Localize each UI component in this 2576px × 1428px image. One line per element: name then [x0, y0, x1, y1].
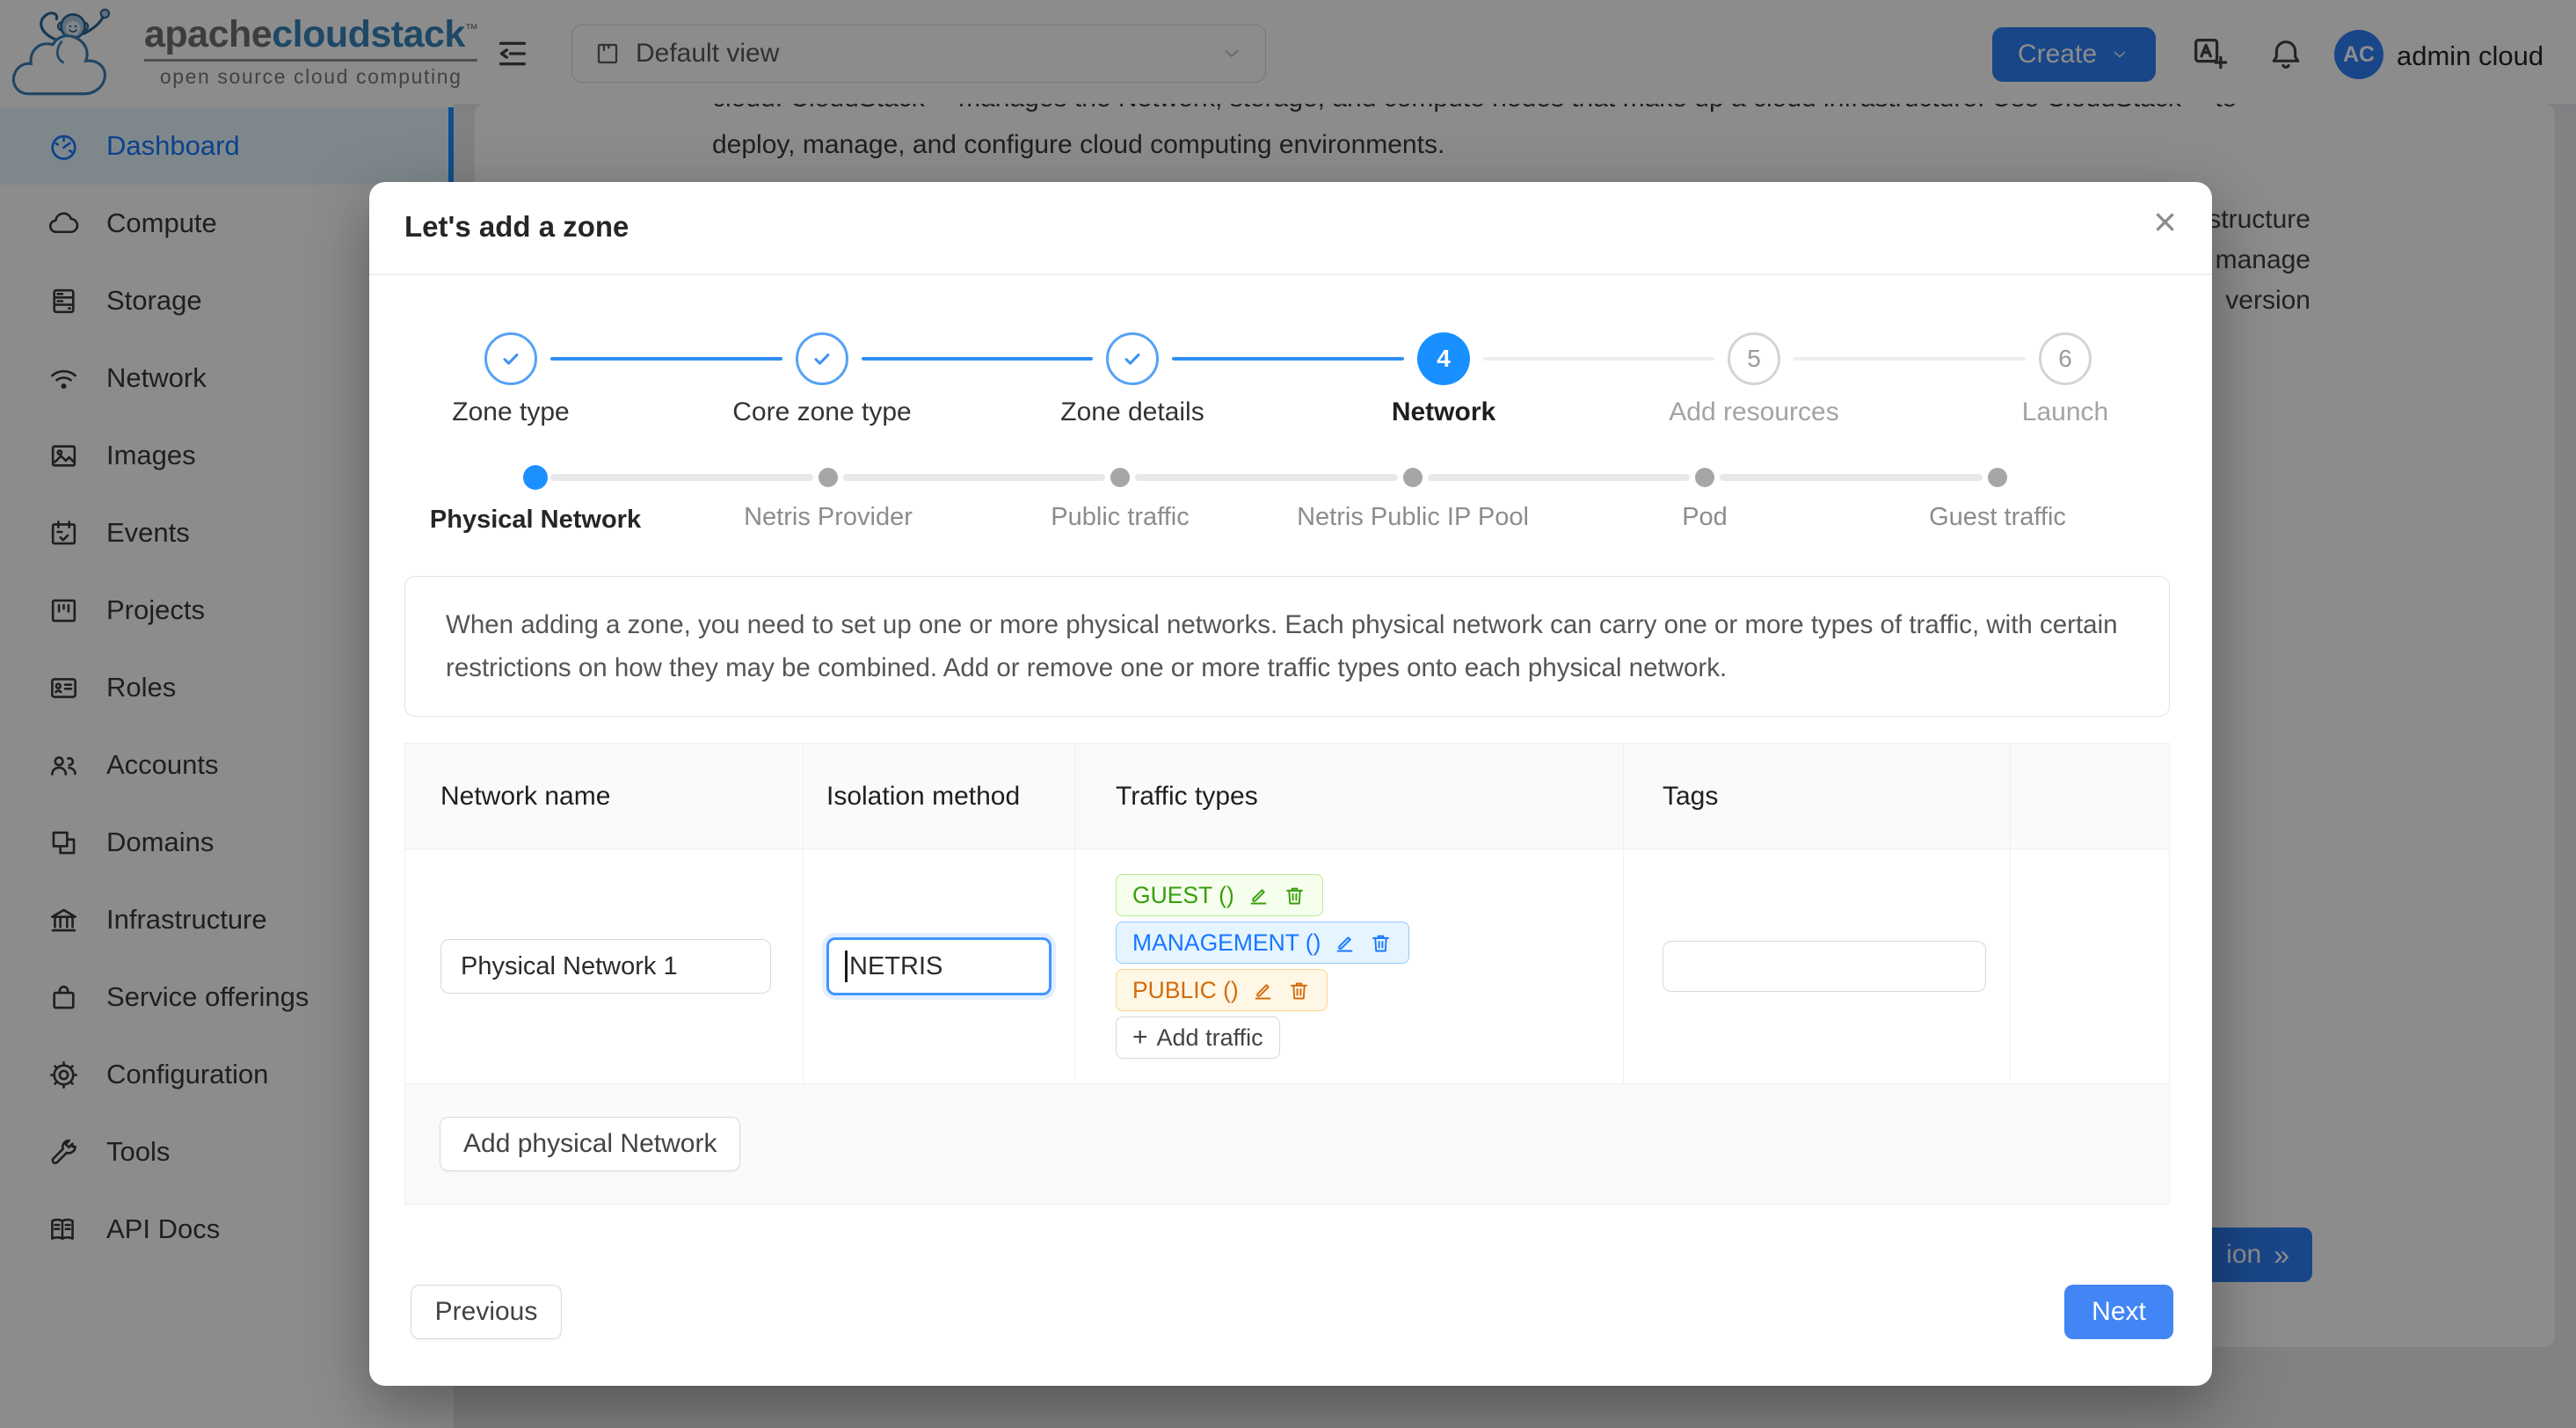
step-network: 4 Network	[1288, 332, 1599, 427]
check-icon	[808, 345, 836, 373]
substep-guest-traffic: Guest traffic	[1842, 465, 2153, 532]
edit-icon[interactable]	[1247, 884, 1270, 907]
substep-pod: Pod	[1549, 465, 1860, 532]
isolation-method-value: NETRIS	[849, 952, 942, 981]
trash-icon[interactable]	[1287, 979, 1311, 1002]
column-traffic-types: Traffic types	[1075, 744, 1624, 849]
traffic-types-cell: GUEST () MANAGEMENT () PUBLIC ()	[1075, 849, 1624, 1083]
tags-input[interactable]	[1663, 941, 1986, 992]
network-name-input[interactable]	[440, 939, 771, 994]
substep-netris-public-ip-pool: Netris Public IP Pool	[1257, 465, 1568, 532]
check-icon	[497, 345, 525, 373]
add-physical-network-button[interactable]: Add physical Network	[440, 1117, 740, 1171]
plus-icon: +	[1132, 1024, 1148, 1051]
next-button[interactable]: Next	[2064, 1285, 2173, 1339]
step-label: Zone type	[452, 397, 569, 427]
modal-title: Let's add a zone	[404, 210, 629, 244]
step-check-circle	[484, 332, 537, 385]
edit-icon[interactable]	[1333, 931, 1357, 955]
edit-icon[interactable]	[1251, 979, 1275, 1002]
substep-public-traffic: Public traffic	[964, 465, 1276, 532]
traffic-tag-management: MANAGEMENT ()	[1116, 922, 1409, 964]
tags-cell	[1624, 849, 2011, 1083]
substep-label: Netris Public IP Pool	[1297, 503, 1529, 532]
substep-dot	[523, 465, 548, 490]
step-number-circle: 6	[2039, 332, 2092, 385]
table-row: NETRIS GUEST () MANAGEMENT ()	[405, 849, 2169, 1084]
info-text: When adding a zone, you need to set up o…	[446, 603, 2128, 689]
isolation-method-cell: NETRIS	[804, 849, 1075, 1083]
row-actions-cell	[2011, 849, 2169, 1083]
substep-label: Physical Network	[430, 506, 641, 535]
trash-icon[interactable]	[1283, 884, 1306, 907]
substep-physical-network: Physical Network	[380, 465, 691, 535]
step-number-circle: 4	[1417, 332, 1470, 385]
traffic-tag-label: GUEST ()	[1132, 882, 1234, 909]
physical-networks-table: Network name Isolation method Traffic ty…	[404, 743, 2170, 1205]
isolation-method-input[interactable]: NETRIS	[826, 937, 1052, 995]
substep-dot	[1695, 468, 1714, 487]
substep-dot	[1110, 468, 1130, 487]
substep-label: Pod	[1682, 503, 1728, 532]
column-tags: Tags	[1624, 744, 2011, 849]
column-actions	[2011, 744, 2169, 849]
substep-netris-provider: Netris Provider	[673, 465, 984, 532]
substep-dot	[819, 468, 838, 487]
add-traffic-label: Add traffic	[1157, 1024, 1263, 1052]
step-check-circle	[1106, 332, 1159, 385]
physical-network-info: When adding a zone, you need to set up o…	[404, 576, 2170, 717]
step-launch: 6 Launch	[1910, 332, 2221, 427]
step-label: Launch	[2022, 397, 2108, 427]
column-network-name: Network name	[405, 744, 804, 849]
step-zone-details: Zone details	[977, 332, 1288, 427]
add-traffic-button[interactable]: + Add traffic	[1116, 1016, 1280, 1059]
step-label: Core zone type	[732, 397, 911, 427]
check-icon	[1118, 345, 1146, 373]
network-name-cell	[405, 849, 804, 1083]
step-core-zone-type: Core zone type	[666, 332, 978, 427]
step-add-resources: 5 Add resources	[1598, 332, 1910, 427]
step-check-circle	[796, 332, 848, 385]
step-zone-type: Zone type	[355, 332, 666, 427]
text-cursor	[845, 951, 848, 982]
table-header-row: Network name Isolation method Traffic ty…	[405, 744, 2169, 849]
step-label: Network	[1392, 397, 1495, 427]
close-icon[interactable]: ×	[2153, 201, 2177, 242]
substep-label: Guest traffic	[1929, 503, 2066, 532]
traffic-tag-label: MANAGEMENT ()	[1132, 929, 1321, 957]
step-label: Add resources	[1669, 397, 1838, 427]
add-zone-modal: Let's add a zone × Zone type Core zone t…	[369, 182, 2212, 1386]
table-footer-row: Add physical Network	[405, 1084, 2169, 1204]
substep-dot	[1988, 468, 2007, 487]
step-label: Zone details	[1060, 397, 1204, 427]
substep-label: Public traffic	[1051, 503, 1189, 532]
traffic-tags-stack: GUEST () MANAGEMENT () PUBLIC ()	[1116, 874, 1409, 1059]
substep-dot	[1403, 468, 1423, 487]
traffic-tag-label: PUBLIC ()	[1132, 977, 1239, 1004]
step-number-circle: 5	[1728, 332, 1780, 385]
substep-label: Netris Provider	[744, 503, 913, 532]
traffic-tag-guest: GUEST ()	[1116, 874, 1323, 916]
cloudstack-app: cloud. CloudStack™ manages the Network, …	[0, 0, 2576, 1428]
traffic-tag-public: PUBLIC ()	[1116, 969, 1328, 1011]
previous-button[interactable]: Previous	[411, 1285, 562, 1339]
trash-icon[interactable]	[1369, 931, 1393, 955]
modal-header: Let's add a zone ×	[369, 182, 2212, 275]
column-isolation-method: Isolation method	[804, 744, 1075, 849]
